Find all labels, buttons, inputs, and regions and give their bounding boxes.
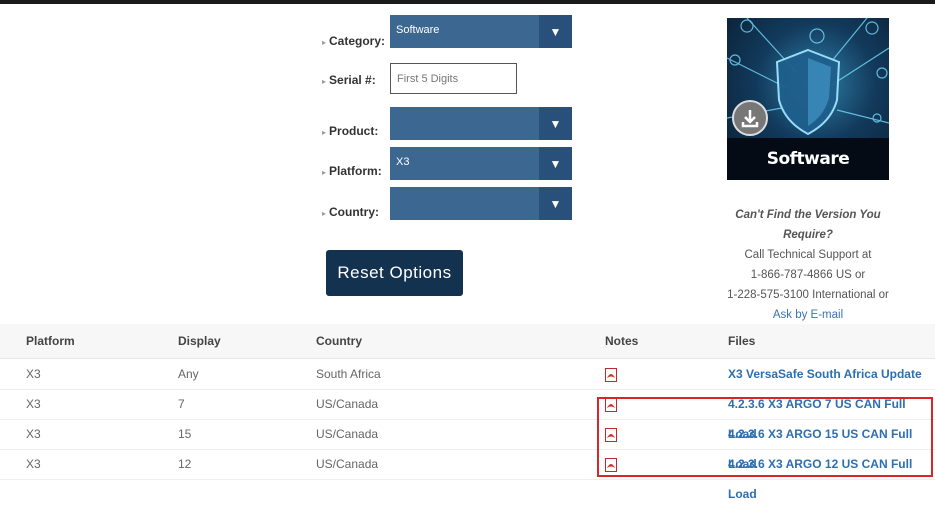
- reset-options-button[interactable]: Reset Options: [326, 250, 463, 296]
- header-display[interactable]: Display: [178, 324, 221, 358]
- cell-display: 15: [178, 427, 192, 441]
- support-line: 1-866-787-4866 US or: [750, 269, 866, 281]
- chevron-down-icon: ▼: [539, 107, 572, 140]
- support-line: Call Technical Support at: [744, 249, 872, 261]
- pdf-icon[interactable]: [605, 368, 617, 382]
- header-platform[interactable]: Platform: [26, 324, 75, 358]
- chevron-down-icon: ▼: [539, 187, 572, 220]
- cell-country: US/Canada: [316, 457, 379, 471]
- chevron-down-icon: ▼: [539, 15, 572, 48]
- platform-label: ▸ Platform:: [322, 164, 382, 178]
- platform-select[interactable]: X3 ▼: [390, 147, 572, 180]
- cell-platform: X3: [26, 397, 41, 411]
- support-info: Can't Find the Version You Require? Call…: [710, 205, 906, 325]
- product-label: ▸ Product:: [322, 124, 379, 138]
- banner-caption: Software Download: [727, 138, 889, 180]
- support-question: Can't Find the Version You Require?: [735, 209, 881, 241]
- header-notes[interactable]: Notes: [605, 324, 638, 358]
- platform-select-value: X3: [396, 156, 410, 168]
- table-row: X3 Any South Africa X3 VersaSafe South A…: [0, 359, 935, 390]
- software-download-banner[interactable]: Software Download: [727, 18, 889, 180]
- cell-display: 12: [178, 457, 192, 471]
- file-download-link[interactable]: X3 VersaSafe South Africa Update: [728, 359, 922, 389]
- cell-display: 7: [178, 397, 185, 411]
- country-select[interactable]: ▼: [390, 187, 572, 220]
- cell-display: Any: [178, 367, 199, 381]
- highlight-box: [597, 397, 933, 477]
- bullet-icon: ▸: [322, 128, 327, 137]
- country-label: ▸ Country:: [322, 205, 380, 219]
- cell-country: US/Canada: [316, 397, 379, 411]
- header-files[interactable]: Files: [728, 324, 755, 358]
- chevron-down-icon: ▼: [539, 147, 572, 180]
- product-select[interactable]: ▼: [390, 107, 572, 140]
- bullet-icon: ▸: [322, 209, 327, 218]
- cell-country: US/Canada: [316, 427, 379, 441]
- email-support-link[interactable]: Ask by E-mail: [710, 305, 906, 325]
- top-border: [0, 0, 935, 4]
- cell-platform: X3: [26, 457, 41, 471]
- table-header: Platform Display Country Notes Files: [0, 324, 935, 359]
- cell-country: South Africa: [316, 367, 381, 381]
- bullet-icon: ▸: [322, 168, 327, 177]
- serial-label: ▸ Serial #:: [322, 73, 376, 87]
- category-label: ▸ Category:: [322, 34, 386, 48]
- header-country[interactable]: Country: [316, 324, 362, 358]
- bullet-icon: ▸: [322, 38, 327, 47]
- download-icon: [732, 100, 768, 136]
- category-select-value: Software: [396, 24, 440, 36]
- support-line: 1-228-575-3100 International or: [727, 289, 889, 301]
- category-select[interactable]: Software ▼: [390, 15, 572, 48]
- cell-platform: X3: [26, 367, 41, 381]
- cell-platform: X3: [26, 427, 41, 441]
- bullet-icon: ▸: [322, 77, 327, 86]
- serial-input[interactable]: [390, 63, 517, 94]
